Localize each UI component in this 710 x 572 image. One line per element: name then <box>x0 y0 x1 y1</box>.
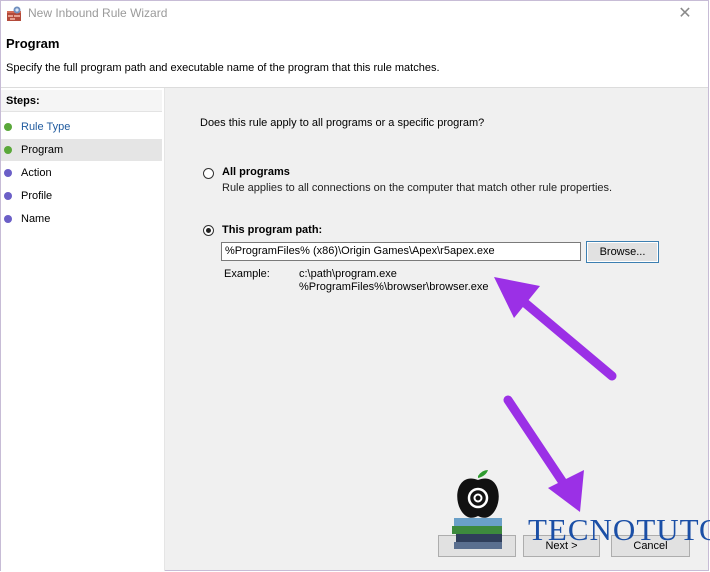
firewall-icon <box>7 6 21 21</box>
step-program[interactable]: Program <box>1 139 162 161</box>
step-label: Rule Type <box>21 121 71 133</box>
title-bar[interactable]: New Inbound Rule Wizard ✕ <box>1 1 708 27</box>
all-programs-label[interactable]: All programs <box>222 166 290 178</box>
step-pending-icon <box>4 192 12 200</box>
watermark-text: TECNOTUTO <box>528 512 710 547</box>
watermark-logo-icon <box>452 470 502 549</box>
example-path-1: c:\path\program.exe <box>299 268 397 280</box>
step-done-icon <box>4 123 12 131</box>
scope-question: Does this rule apply to all programs or … <box>200 117 485 129</box>
wizard-window: New Inbound Rule Wizard ✕ Program Specif… <box>0 0 709 571</box>
step-name[interactable]: Name <box>1 208 162 230</box>
main-content: Does this rule apply to all programs or … <box>165 88 709 571</box>
steps-heading: Steps: <box>1 90 162 112</box>
step-pending-icon <box>4 169 12 177</box>
step-label: Action <box>21 167 52 179</box>
step-action[interactable]: Action <box>1 162 162 184</box>
example-label: Example: <box>224 268 270 280</box>
step-label: Profile <box>21 190 53 202</box>
program-path-label[interactable]: This program path: <box>222 224 322 236</box>
page-header: Program Specify the full program path an… <box>1 27 708 88</box>
page-title: Program <box>6 36 60 51</box>
all-programs-radio[interactable] <box>203 168 214 179</box>
browse-button[interactable]: Browse... <box>586 241 659 263</box>
step-pending-icon <box>4 215 12 223</box>
program-path-radio[interactable] <box>203 225 214 236</box>
step-done-icon <box>4 146 12 154</box>
steps-sidebar: Steps: Rule Type Program Action Profile … <box>1 88 165 571</box>
all-programs-description: Rule applies to all connections on the c… <box>222 182 613 194</box>
example-path-2: %ProgramFiles%\browser\browser.exe <box>299 281 489 293</box>
step-profile[interactable]: Profile <box>1 185 162 207</box>
close-icon: ✕ <box>678 5 692 22</box>
program-path-input[interactable]: %ProgramFiles% (x86)\Origin Games\Apex\r… <box>221 242 581 261</box>
step-rule-type[interactable]: Rule Type <box>1 116 162 138</box>
window-title: New Inbound Rule Wizard <box>28 6 168 20</box>
close-button[interactable]: ✕ <box>662 1 708 27</box>
step-label: Program <box>21 144 64 156</box>
step-label: Name <box>21 213 51 225</box>
page-description: Specify the full program path and execut… <box>6 62 440 74</box>
